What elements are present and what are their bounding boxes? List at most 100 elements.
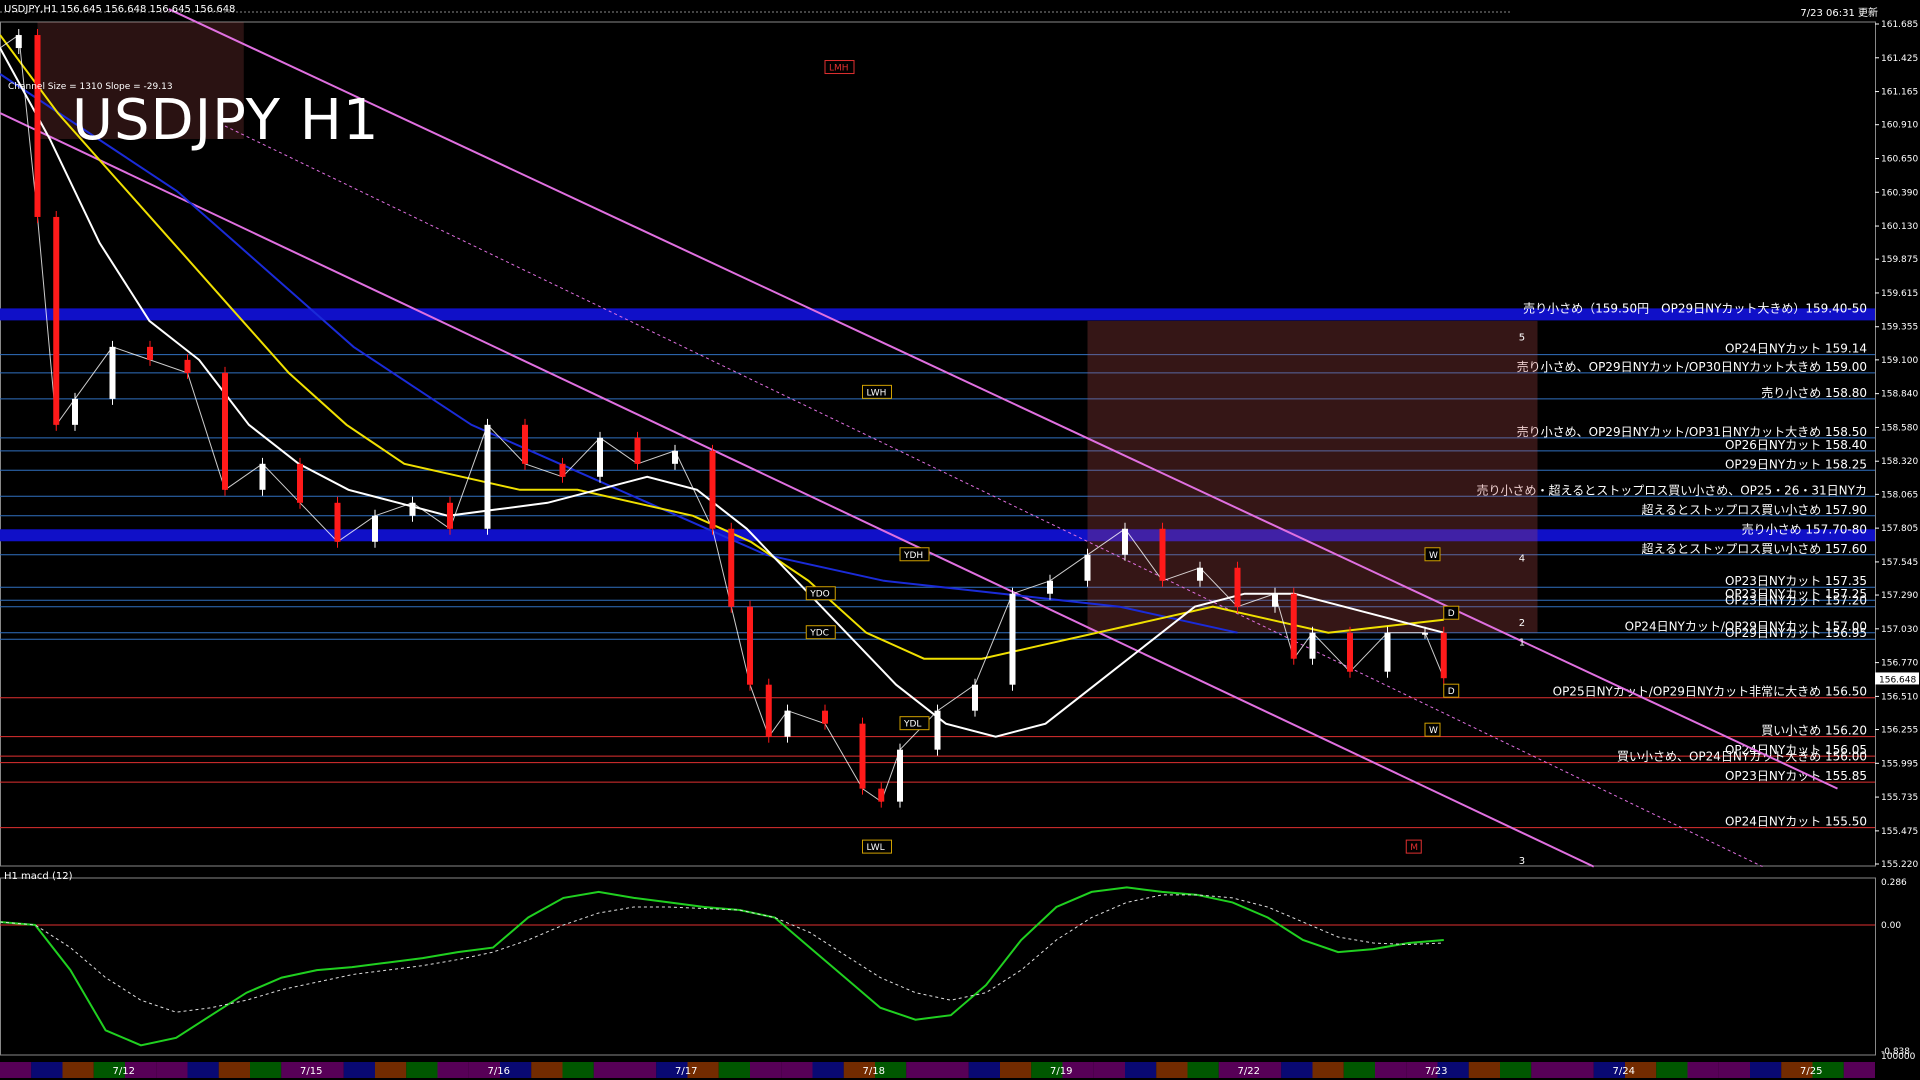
marker-label: LMH (829, 64, 849, 74)
date-label: 7/17 (675, 1066, 697, 1077)
price-tick-label: 158.065 (1881, 490, 1918, 500)
price-tick-label: 155.735 (1881, 793, 1918, 803)
wave-number: 3 (1519, 856, 1525, 867)
candle-body (747, 606, 753, 685)
candle-body (1384, 632, 1391, 672)
candle-body (1159, 528, 1166, 581)
wave-number: 4 (1519, 553, 1525, 564)
candle-body (559, 463, 566, 477)
date-label: 7/12 (113, 1066, 135, 1077)
candle-body (297, 463, 303, 503)
candle-body (1309, 632, 1316, 659)
current-price-label: 156.648 (1879, 675, 1916, 685)
date-strip-cell (1093, 1062, 1125, 1078)
marker-label: M (1410, 843, 1418, 853)
date-strip-cell (1125, 1062, 1157, 1078)
level-label: 買い小さめ 156.20 (1761, 724, 1867, 738)
marker-label: W (1429, 726, 1438, 736)
candle-body (1009, 593, 1016, 685)
candle-body (334, 502, 341, 542)
candle-body (822, 710, 828, 724)
candle-body (222, 372, 228, 490)
candle-body (184, 359, 191, 373)
candle-body (484, 424, 491, 529)
candle-body (1440, 632, 1447, 679)
date-strip-cell (1156, 1062, 1188, 1078)
level-label: 売り小さめ、OP29日NYカット/OP31日NYカット大きめ 158.50 (1517, 424, 1867, 439)
macd-label: H1 macd (12) (4, 871, 73, 882)
level-label: 超えるとストップロス買い小さめ 157.90 (1642, 502, 1867, 517)
date-strip-cell (593, 1062, 625, 1078)
date-label: 7/19 (1050, 1066, 1072, 1077)
level-label: OP26日NYカット 158.40 (1725, 438, 1867, 452)
chart-title: USDJPY H1 (72, 88, 380, 153)
date-strip-cell (718, 1062, 750, 1078)
candle-body (1122, 528, 1128, 555)
price-tick-label: 160.650 (1881, 154, 1918, 164)
level-label: 売り小さめ（159.50円 OP29日NYカット大きめ）159.40-50 (1523, 300, 1867, 315)
symbol-line: USDJPY,H1 156.645 156.648 156.645 156.64… (4, 4, 236, 15)
date-strip: 7/12 7/15 7/16 7/17 7/18 7/19 7/22 7/23 7/24 7/25 (0, 1062, 1875, 1078)
marker-label: LWL (867, 843, 885, 853)
candle-body (1272, 593, 1278, 607)
date-label: 7/15 (300, 1066, 322, 1077)
candle-body (372, 515, 378, 542)
wave-number: 1 (1519, 638, 1525, 649)
date-strip-cell (1562, 1062, 1594, 1078)
date-strip-cell (406, 1062, 438, 1078)
marker-label: LWH (867, 388, 887, 398)
date-strip-cell (1187, 1062, 1219, 1078)
marker-label: D (1448, 609, 1455, 619)
candle-body (878, 788, 885, 802)
date-strip-cell (1531, 1062, 1563, 1078)
candle-body (409, 502, 416, 516)
price-tick-label: 156.770 (1881, 659, 1918, 669)
price-tick-label: 157.805 (1881, 524, 1918, 534)
date-strip-cell (562, 1062, 594, 1078)
candle-body (972, 684, 978, 711)
candle-body (72, 398, 78, 425)
candle-body (634, 437, 641, 464)
candle-body (1347, 632, 1353, 672)
date-strip-cell (0, 1062, 32, 1078)
date-strip-cell (156, 1062, 188, 1078)
candle-body (765, 684, 772, 737)
price-tick-label: 157.030 (1881, 625, 1918, 635)
candle-body (522, 424, 528, 464)
price-tick-label: 161.425 (1881, 54, 1918, 64)
timestamp: 7/23 06:31 更新 (1800, 8, 1878, 19)
marker-label: YDO (809, 590, 830, 600)
candle-body (1084, 554, 1091, 581)
date-strip-cell (781, 1062, 813, 1078)
candle-body (447, 502, 453, 529)
price-tick-label: 161.165 (1881, 88, 1918, 98)
price-tick-label: 158.580 (1881, 423, 1918, 433)
date-strip-cell (1656, 1062, 1688, 1078)
level-label: 売り小さめ 157.70-80 (1742, 521, 1867, 536)
candle-body (1197, 567, 1203, 581)
price-tick-label: 158.320 (1881, 457, 1918, 467)
level-label: OP23日NYカット 157.35 (1725, 574, 1867, 588)
marker-label: YDC (809, 629, 829, 639)
candle-body (34, 35, 41, 217)
candle-body (147, 346, 153, 360)
marker-label: D (1448, 687, 1455, 697)
date-strip-cell (750, 1062, 782, 1078)
candle-body (1290, 593, 1297, 659)
candle-body (597, 437, 603, 477)
price-tick-label: 160.390 (1881, 188, 1918, 198)
marker-label: YDL (903, 720, 921, 730)
date-strip-cell (1687, 1062, 1719, 1078)
price-tick-label: 156.510 (1881, 692, 1918, 702)
price-tick-label: 157.545 (1881, 558, 1918, 568)
date-strip-cell (1500, 1062, 1532, 1078)
date-strip-cell (1312, 1062, 1344, 1078)
price-tick-label: 155.995 (1881, 759, 1918, 769)
candle-body (709, 450, 716, 529)
candle-body (1422, 632, 1428, 635)
date-strip-cell (1343, 1062, 1375, 1078)
price-tick-label: 161.685 (1881, 20, 1918, 30)
date-strip-cell (437, 1062, 469, 1078)
date-strip-cell (1843, 1062, 1875, 1078)
marker-label: W (1429, 551, 1438, 561)
